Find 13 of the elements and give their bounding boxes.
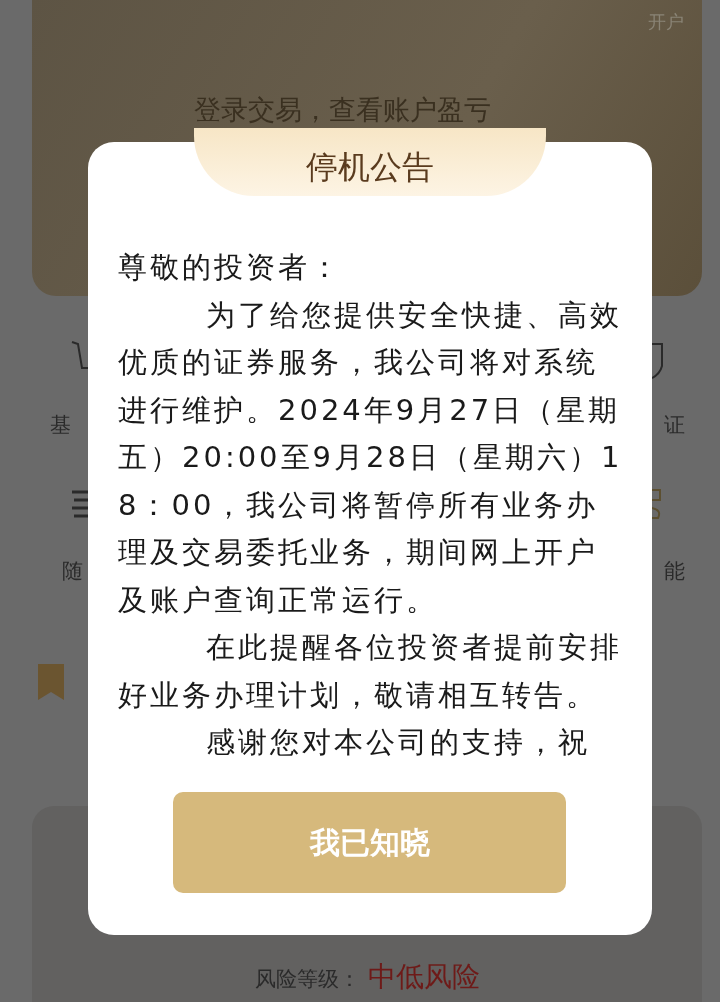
shortcut-label: 证 (664, 412, 685, 439)
notice-paragraph: 在此提醒各位投资者提前安排好业务办理计划，敬请相互转告。 (118, 629, 623, 714)
bookmark-icon (38, 664, 64, 700)
risk-level: 中低风险 (367, 959, 480, 995)
risk-label: 风险等级： (254, 966, 360, 993)
shortcut-label: 随 (62, 558, 83, 585)
acknowledge-button[interactable]: 我已知晓 (173, 792, 566, 893)
dialog-title: 停机公告 (194, 128, 546, 196)
notice-paragraph: 为了给您提供安全快捷、高效优质的证券服务，我公司将对系统进行维护。2024年9月27日（星期五）20:00至9月28日（星期六）18：00，我公司将暂停所有业务办理及交易委托业务，期间网上开户及账户查询正常运行。 (118, 296, 624, 619)
shortcut-label: 基 (50, 412, 71, 439)
greeting-text: 尊敬的投资者： (118, 249, 343, 286)
shortcut-label: 能 (664, 558, 685, 585)
notice-paragraph: 感谢您对本公司的支持，祝 (205, 724, 591, 761)
